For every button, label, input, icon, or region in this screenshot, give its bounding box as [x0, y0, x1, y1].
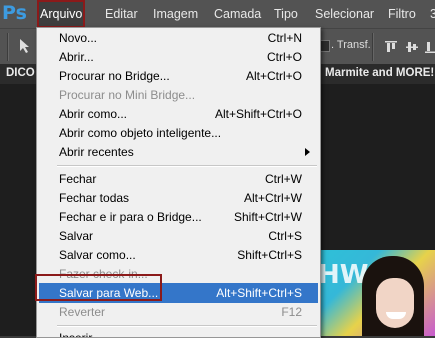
menu-item-shortcut: Ctrl+N: [267, 31, 302, 45]
menu-item-fazer-check-in: Fazer check-in...: [37, 264, 320, 284]
menu-item-label: Procurar no Bridge...: [59, 69, 170, 83]
move-tool-icon[interactable]: [18, 37, 36, 55]
photoshop-logo: Ps: [2, 2, 27, 24]
menu-item-abrir-recentes[interactable]: Abrir recentes: [37, 142, 320, 162]
menu-item-procurar-mini-bridge: Procurar no Mini Bridge...: [37, 85, 320, 105]
document-tab[interactable]: DICO: [6, 67, 35, 79]
menu-item-label: Reverter: [59, 305, 106, 319]
menu-item-label: Inserir...: [59, 331, 102, 338]
menu-3d[interactable]: 3: [427, 0, 435, 28]
menu-item-label: Salvar para Web...: [59, 286, 159, 300]
menu-item-shortcut: Shift+Ctrl+W: [233, 210, 302, 224]
menu-item-shortcut: Shift+Ctrl+S: [237, 248, 302, 262]
menu-item-shortcut: Ctrl+O: [266, 50, 302, 64]
menu-item-procurar-bridge[interactable]: Procurar no Bridge... Alt+Ctrl+O: [37, 66, 320, 86]
menu-filtro[interactable]: Filtro: [385, 0, 419, 28]
menu-arquivo[interactable]: Arquivo: [37, 0, 86, 28]
menu-item-fechar-todas[interactable]: Fechar todas Alt+Ctrl+W: [37, 188, 320, 208]
menu-item-label: Abrir...: [59, 50, 94, 64]
menu-item-shortcut: F12: [281, 305, 302, 319]
divider: [7, 33, 9, 61]
document-image: HW: [320, 250, 435, 336]
align-top-icon[interactable]: [384, 40, 398, 54]
file-menu-dropdown: Novo... Ctrl+N Abrir... Ctrl+O Procurar …: [36, 27, 321, 338]
menu-selecionar[interactable]: Selecionar: [312, 0, 377, 28]
menu-item-label: Abrir como objeto inteligente...: [59, 126, 222, 140]
menu-item-fechar-ir-bridge[interactable]: Fechar e ir para o Bridge... Shift+Ctrl+…: [37, 207, 320, 227]
menu-item-abrir-como[interactable]: Abrir como... Alt+Shift+Ctrl+O: [37, 104, 320, 124]
menu-item-fechar[interactable]: Fechar Ctrl+W: [37, 169, 320, 189]
submenu-arrow-icon: [305, 148, 310, 156]
menu-item-shortcut: Alt+Ctrl+W: [243, 191, 302, 205]
menu-item-shortcut: Alt+Shift+Ctrl+O: [214, 107, 302, 121]
menu-item-shortcut: Ctrl+W: [265, 172, 302, 186]
transform-controls-label: . Transf.: [331, 39, 371, 51]
menu-item-shortcut: Alt+Ctrl+O: [245, 69, 302, 83]
menu-separator: [57, 325, 317, 327]
menu-tipo[interactable]: Tipo: [271, 0, 301, 28]
menu-item-abrir-objeto-inteligente[interactable]: Abrir como objeto inteligente...: [37, 123, 320, 143]
menu-item-label: Salvar como...: [59, 248, 136, 262]
menu-item-label: Fechar todas: [59, 191, 130, 205]
menu-item-salvar[interactable]: Salvar Ctrl+S: [37, 226, 320, 246]
menu-item-label: Abrir como...: [59, 107, 128, 121]
menu-item-label: Fechar e ir para o Bridge...: [59, 210, 202, 224]
divider: [372, 33, 374, 61]
menu-bar: Ps Arquivo Editar Imagem Camada Tipo Sel…: [0, 0, 435, 28]
menu-editar[interactable]: Editar: [102, 0, 141, 28]
menu-item-label: Procurar no Mini Bridge...: [59, 88, 196, 102]
menu-item-shortcut: Ctrl+S: [268, 229, 302, 243]
menu-item-novo[interactable]: Novo... Ctrl+N: [37, 28, 320, 48]
menu-item-label: Fechar: [59, 172, 97, 186]
menu-item-abrir[interactable]: Abrir... Ctrl+O: [37, 47, 320, 67]
menu-item-reverter: Reverter F12: [37, 302, 320, 322]
menu-item-shortcut: Alt+Shift+Ctrl+S: [216, 286, 302, 300]
align-bottom-icon[interactable]: [424, 40, 435, 54]
menu-item-salvar-como[interactable]: Salvar como... Shift+Ctrl+S: [37, 245, 320, 265]
align-middle-icon[interactable]: [405, 40, 419, 54]
menu-imagem[interactable]: Imagem: [150, 0, 201, 28]
document-tab[interactable]: Marmite and MORE!.m: [325, 67, 435, 79]
menu-item-inserir[interactable]: Inserir...: [37, 328, 320, 338]
face-shape: [376, 278, 414, 328]
menu-item-salvar-para-web[interactable]: Salvar para Web... Alt+Shift+Ctrl+S: [39, 283, 318, 303]
menu-item-label: Fazer check-in...: [59, 267, 148, 281]
menu-separator: [57, 165, 317, 167]
menu-item-label: Salvar: [59, 229, 94, 243]
menu-item-label: Abrir recentes: [59, 145, 134, 159]
menu-item-label: Novo...: [59, 31, 98, 45]
menu-camada[interactable]: Camada: [211, 0, 264, 28]
